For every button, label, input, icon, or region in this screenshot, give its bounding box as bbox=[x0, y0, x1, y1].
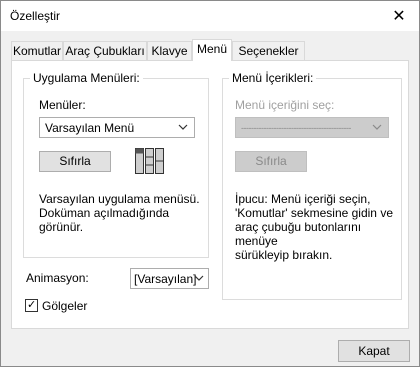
close-icon: ✕ bbox=[392, 8, 406, 25]
menu-contents-title: Menü İçerikleri: bbox=[229, 71, 317, 85]
title-bar: Özelleştir ✕ bbox=[1, 1, 419, 31]
application-menus-group: Uygulama Menüleri: Menüler: Varsayılan M… bbox=[23, 71, 209, 258]
animation-label: Animasyon: bbox=[26, 271, 89, 285]
chevron-down-icon bbox=[178, 124, 188, 130]
shadows-label: Gölgeler bbox=[42, 299, 88, 313]
close-window-button[interactable]: ✕ bbox=[379, 1, 419, 31]
tab-commands[interactable]: Komutlar bbox=[11, 41, 63, 60]
shadows-checkbox[interactable]: ✓ bbox=[25, 299, 38, 312]
tab-options[interactable]: Seçenekler bbox=[232, 41, 305, 60]
tab-keyboard[interactable]: Klavye bbox=[147, 41, 192, 60]
tab-panel-menu: Uygulama Menüleri: Menüler: Varsayılan M… bbox=[11, 60, 409, 329]
menus-dropdown-value: Varsayılan Menü bbox=[45, 121, 135, 135]
select-menu-content-label: Menü içeriğini seç: bbox=[235, 98, 335, 112]
reset-menu-button[interactable]: Sıfırla bbox=[39, 151, 111, 172]
tip-line: sürükleyip bırakın. bbox=[235, 248, 333, 262]
menu-contents-group: Menü İçerikleri: Menü içeriğini seç: ---… bbox=[222, 71, 402, 300]
checkmark-icon: ✓ bbox=[27, 299, 37, 311]
tab-toolbars[interactable]: Araç Çubukları bbox=[63, 41, 147, 60]
description-line: Doküman açılmadığında görünür. bbox=[39, 206, 170, 234]
chevron-down-icon bbox=[194, 275, 204, 281]
tip-line: araç çubuğu butonlarını menüye bbox=[235, 220, 362, 248]
window-title: Özelleştir bbox=[10, 9, 61, 23]
menus-dropdown[interactable]: Varsayılan Menü bbox=[39, 117, 195, 138]
menus-label: Menüler: bbox=[39, 98, 86, 112]
tab-menu[interactable]: Menü bbox=[192, 39, 232, 61]
reset-menu-content-button[interactable]: Sıfırla bbox=[235, 151, 307, 172]
tip-line: İpucu: Menü içeriği seçin, bbox=[235, 192, 371, 206]
menu-content-dropdown-value: ----------------------------------------… bbox=[241, 123, 351, 133]
application-menus-title: Uygulama Menüleri: bbox=[30, 71, 143, 85]
animation-dropdown[interactable]: [Varsayılan] bbox=[130, 268, 209, 289]
app-menu-description: Varsayılan uygulama menüsü. Doküman açıl… bbox=[39, 192, 204, 234]
customize-dialog: Özelleştir ✕ Komutlar Araç Çubukları Kla… bbox=[0, 0, 420, 367]
menu-layout-icon bbox=[135, 148, 164, 174]
menu-contents-tip: İpucu: Menü içeriği seçin, 'Komutlar' se… bbox=[235, 192, 400, 262]
tip-line: 'Komutlar' sekmesine gidin ve bbox=[235, 206, 393, 220]
chevron-down-icon bbox=[372, 124, 382, 130]
menu-content-dropdown[interactable]: ----------------------------------------… bbox=[235, 117, 389, 138]
animation-dropdown-value: [Varsayılan] bbox=[134, 272, 197, 286]
description-line: Varsayılan uygulama menüsü. bbox=[39, 192, 200, 206]
close-button[interactable]: Kapat bbox=[338, 340, 410, 362]
